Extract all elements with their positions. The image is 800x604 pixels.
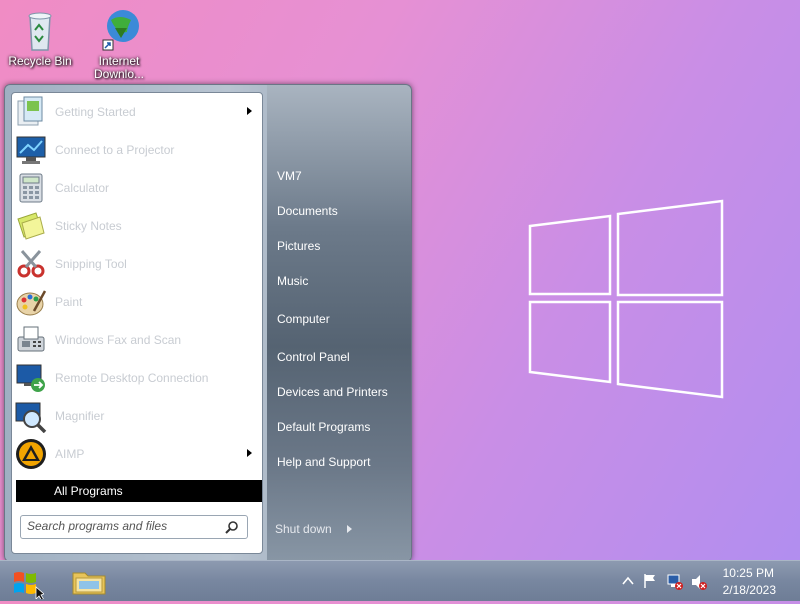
right-item-default-programs[interactable]: Default Programs bbox=[277, 420, 370, 434]
program-label: Snipping Tool bbox=[55, 257, 127, 271]
magnifier-icon bbox=[14, 399, 48, 434]
program-list: Getting Started Connect to a Projector C… bbox=[12, 93, 262, 473]
shutdown-button[interactable]: Shut down bbox=[275, 522, 332, 536]
program-aimp[interactable]: AIMP bbox=[12, 435, 262, 473]
start-button[interactable] bbox=[8, 565, 45, 602]
search-input[interactable] bbox=[27, 517, 207, 535]
all-programs-button[interactable]: All Programs bbox=[16, 480, 262, 502]
desktop-icon-label-line2: Downlo... bbox=[93, 67, 145, 81]
right-item-music[interactable]: Music bbox=[277, 274, 308, 288]
palette-icon bbox=[14, 285, 48, 319]
aimp-icon bbox=[14, 437, 48, 471]
search-box[interactable] bbox=[20, 515, 248, 539]
desktop-icon-label: Recycle Bin bbox=[8, 54, 72, 68]
clock-date[interactable]: 2/18/2023 bbox=[723, 583, 776, 597]
program-label: Magnifier bbox=[55, 409, 105, 423]
system-tray: 10:25 PM 2/18/2023 bbox=[600, 561, 800, 601]
start-menu-left-pane: Getting Started Connect to a Projector C… bbox=[11, 92, 263, 554]
folder-icon bbox=[72, 572, 106, 595]
desktop-icon-recycle-bin[interactable]: Recycle Bin bbox=[5, 8, 75, 68]
right-item-user-folder[interactable]: VM7 bbox=[277, 169, 302, 183]
submenu-arrow-icon[interactable] bbox=[247, 449, 252, 457]
start-menu-right-pane: VM7 Documents Pictures Music Computer Co… bbox=[267, 85, 411, 561]
search-icon[interactable] bbox=[225, 520, 239, 534]
submenu-arrow-icon[interactable] bbox=[247, 107, 252, 115]
clock-time[interactable]: 10:25 PM bbox=[723, 566, 774, 580]
windows-start-icon bbox=[14, 572, 45, 602]
program-paint[interactable]: Paint bbox=[12, 283, 262, 321]
program-magnifier[interactable]: Magnifier bbox=[12, 397, 262, 435]
network-disconnected-icon[interactable] bbox=[666, 573, 684, 591]
recycle-bin-icon bbox=[28, 12, 52, 51]
sticky-notes-icon bbox=[14, 209, 48, 243]
show-hidden-icons-chevron-up-icon[interactable] bbox=[622, 576, 634, 586]
shutdown-options-arrow-icon[interactable] bbox=[347, 525, 352, 533]
program-label: Getting Started bbox=[55, 105, 136, 119]
right-item-control-panel[interactable]: Control Panel bbox=[277, 350, 350, 364]
projector-icon bbox=[14, 133, 48, 167]
right-item-help-and-support[interactable]: Help and Support bbox=[277, 455, 370, 469]
program-label: Remote Desktop Connection bbox=[55, 371, 209, 385]
taskbar-file-explorer[interactable] bbox=[70, 565, 108, 599]
program-calculator[interactable]: Calculator bbox=[12, 169, 262, 207]
program-label: Windows Fax and Scan bbox=[55, 333, 182, 347]
getting-started-icon bbox=[14, 95, 48, 129]
taskbar: 10:25 PM 2/18/2023 bbox=[0, 560, 800, 602]
program-connect-to-projector[interactable]: Connect to a Projector bbox=[12, 131, 262, 169]
program-remote-desktop-connection[interactable]: Remote Desktop Connection bbox=[12, 359, 262, 397]
action-center-flag-icon[interactable] bbox=[642, 573, 658, 589]
right-item-computer[interactable]: Computer bbox=[277, 312, 330, 326]
program-snipping-tool[interactable]: Snipping Tool bbox=[12, 245, 262, 283]
program-getting-started[interactable]: Getting Started bbox=[12, 93, 262, 131]
calculator-icon bbox=[14, 171, 48, 205]
right-item-pictures[interactable]: Pictures bbox=[277, 239, 320, 253]
remote-desktop-icon bbox=[14, 361, 48, 395]
program-label: AIMP bbox=[55, 447, 85, 461]
scissors-icon bbox=[14, 247, 48, 281]
right-item-documents[interactable]: Documents bbox=[277, 204, 338, 218]
program-label: Paint bbox=[55, 295, 83, 309]
program-sticky-notes[interactable]: Sticky Notes bbox=[12, 207, 262, 245]
internet-download-manager-icon bbox=[102, 10, 139, 51]
program-label: Calculator bbox=[55, 181, 110, 195]
start-menu: Getting Started Connect to a Projector C… bbox=[4, 84, 412, 562]
right-item-devices-and-printers[interactable]: Devices and Printers bbox=[277, 385, 388, 399]
program-label: Sticky Notes bbox=[55, 219, 122, 233]
desktop-icon-internet-download-manager[interactable]: Internet Downlo... bbox=[84, 8, 154, 81]
program-label: Connect to a Projector bbox=[55, 143, 175, 157]
volume-muted-icon[interactable] bbox=[690, 573, 708, 591]
program-windows-fax-and-scan[interactable]: Windows Fax and Scan bbox=[12, 321, 262, 359]
fax-icon bbox=[14, 323, 48, 357]
